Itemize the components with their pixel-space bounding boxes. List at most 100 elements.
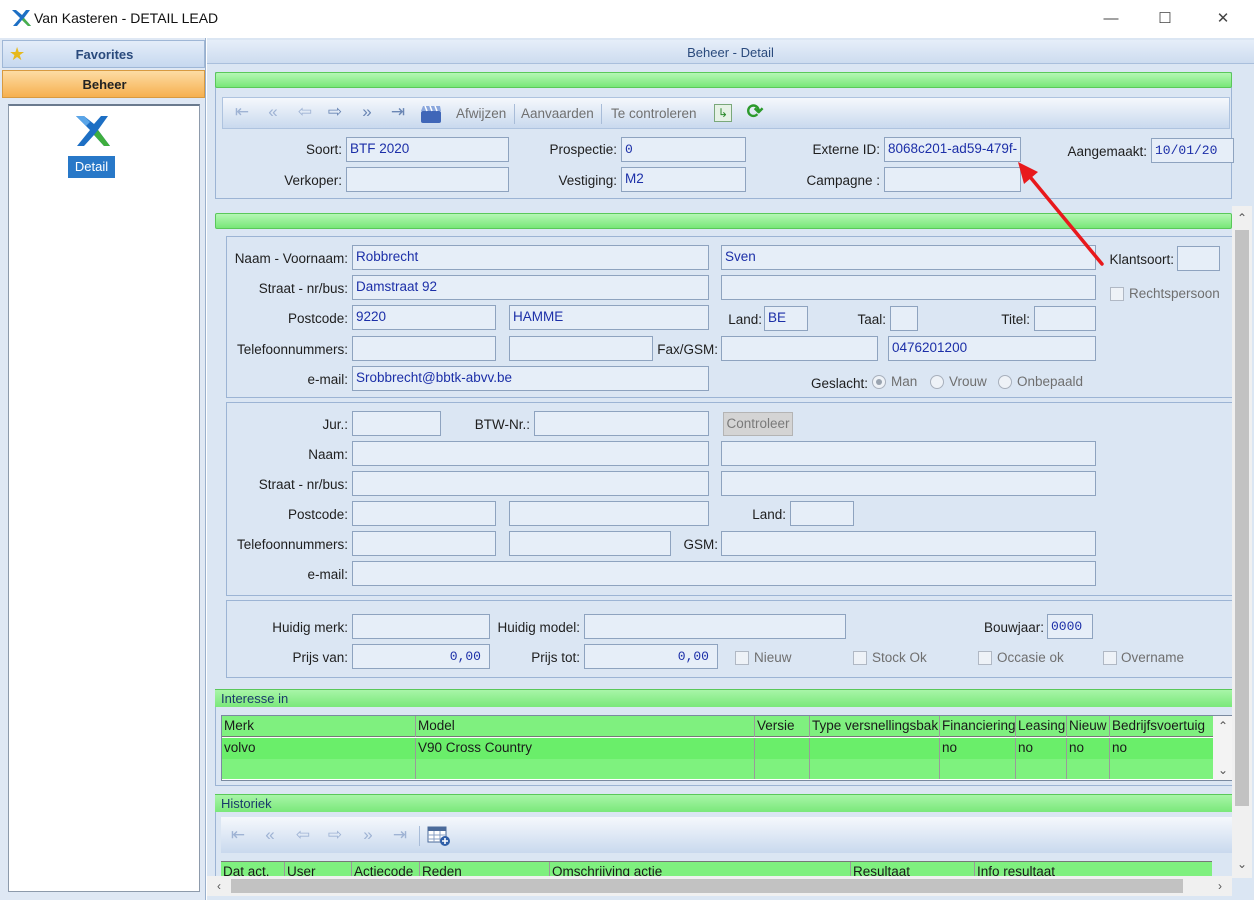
first-record-icon[interactable]: ⇤ <box>228 825 248 845</box>
bouwjaar-field[interactable]: 0000 <box>1047 614 1093 639</box>
prev-record-icon[interactable]: ⇦ <box>295 102 315 122</box>
naam-field[interactable]: Robbrecht <box>352 245 709 270</box>
prev-page-icon[interactable]: « <box>260 825 280 845</box>
col-leasing[interactable]: Leasing <box>1016 716 1067 737</box>
scroll-left-icon[interactable]: ‹ <box>209 876 229 896</box>
app-logo-icon <box>12 10 31 26</box>
col-type-versnellingsbak[interactable]: Type versnellingsbak <box>810 716 940 737</box>
taal-field[interactable] <box>890 306 918 331</box>
prev-page-icon[interactable]: « <box>263 102 283 122</box>
company-telefoon1-field[interactable] <box>352 531 496 556</box>
occasie-ok-checkbox[interactable] <box>978 651 992 665</box>
window-title: Van Kasteren - DETAIL LEAD <box>34 10 219 26</box>
vrouw-radio[interactable] <box>930 375 944 389</box>
company-postcode-field[interactable] <box>352 501 496 526</box>
rechtspersoon-checkbox[interactable] <box>1110 287 1124 301</box>
scroll-thumb[interactable] <box>1235 230 1249 806</box>
straat2-field[interactable] <box>721 275 1096 300</box>
last-record-icon[interactable]: ⇥ <box>390 825 410 845</box>
controleer-button[interactable]: Controleer <box>723 412 793 436</box>
last-record-icon[interactable]: ⇥ <box>388 102 408 122</box>
titel-field[interactable] <box>1034 306 1096 331</box>
table-add-icon[interactable] <box>427 825 451 847</box>
grid-scrollbar[interactable]: ⌃ ⌄ <box>1213 716 1233 780</box>
clapperboard-icon[interactable] <box>419 103 443 125</box>
main-horizontal-scrollbar[interactable]: ‹ › <box>207 876 1232 896</box>
onbepaald-radio[interactable] <box>998 375 1012 389</box>
col-model[interactable]: Model <box>416 716 755 737</box>
externe-id-field[interactable]: 8068c201-ad59-479f- <box>884 137 1021 162</box>
scroll-down-icon[interactable]: ⌄ <box>1232 854 1252 874</box>
first-record-icon[interactable]: ⇤ <box>232 102 252 122</box>
scroll-right-icon[interactable]: › <box>1210 876 1230 896</box>
company-land-field[interactable] <box>790 501 854 526</box>
overname-checkbox[interactable] <box>1103 651 1117 665</box>
company-gemeente-field[interactable] <box>509 501 709 526</box>
next-record-icon[interactable]: ⇨ <box>325 825 345 845</box>
telefoon2-field[interactable] <box>509 336 653 361</box>
prijs-van-field[interactable]: 0,00 <box>352 644 490 669</box>
aanvaarden-button[interactable]: Aanvaarden <box>521 106 594 121</box>
close-button[interactable]: ✕ <box>1200 4 1246 34</box>
company-naam-field[interactable] <box>352 441 709 466</box>
stock-ok-checkbox[interactable] <box>853 651 867 665</box>
telefoon1-field[interactable] <box>352 336 496 361</box>
cell-financiering: no <box>940 738 1016 759</box>
col-financiering[interactable]: Financiering <box>940 716 1016 737</box>
land-field[interactable]: BE <box>764 306 808 331</box>
sidebar-item-detail[interactable]: Detail <box>68 156 115 178</box>
jur-field[interactable] <box>352 411 441 436</box>
aangemaakt-label: Aangemaakt: <box>1067 144 1147 159</box>
company-straat2-field[interactable] <box>721 471 1096 496</box>
scroll-up-icon[interactable]: ⌃ <box>1213 716 1233 736</box>
straat-field[interactable]: Damstraat 92 <box>352 275 709 300</box>
klantsoort-field[interactable] <box>1177 246 1220 271</box>
huidig-model-field[interactable] <box>584 614 846 639</box>
scroll-thumb[interactable] <box>231 879 1183 893</box>
company-telefoon2-field[interactable] <box>509 531 671 556</box>
detail-icon[interactable] <box>72 112 112 152</box>
gemeente-field[interactable]: HAMME <box>509 305 709 330</box>
minimize-button[interactable]: — <box>1088 4 1134 34</box>
beheer-header[interactable]: Beheer <box>2 70 205 98</box>
maximize-button[interactable]: ☐ <box>1142 4 1188 34</box>
scroll-up-icon[interactable]: ⌃ <box>1232 208 1252 228</box>
afwijzen-button[interactable]: Afwijzen <box>456 106 506 121</box>
scroll-down-icon[interactable]: ⌄ <box>1213 760 1233 780</box>
btw-field[interactable] <box>534 411 709 436</box>
postcode-field[interactable]: 9220 <box>352 305 496 330</box>
email-field[interactable]: Srobbrecht@bbtk-abvv.be <box>352 366 709 391</box>
table-row[interactable]: volvo V90 Cross Country no no no no <box>222 738 1213 759</box>
company-straat-field[interactable] <box>352 471 709 496</box>
aangemaakt-field[interactable]: 10/01/20 <box>1151 138 1234 163</box>
gsm-field[interactable]: 0476201200 <box>888 336 1096 361</box>
main-vertical-scrollbar[interactable]: ⌃ ⌄ <box>1232 206 1252 878</box>
company-naam2-field[interactable] <box>721 441 1096 466</box>
col-versie[interactable]: Versie <box>755 716 810 737</box>
company-gsm-field[interactable] <box>721 531 1096 556</box>
fax-field[interactable] <box>721 336 878 361</box>
huidig-merk-label: Huidig merk: <box>272 620 348 635</box>
company-email-field[interactable] <box>352 561 1096 586</box>
refresh-icon[interactable]: ⟳ <box>745 102 765 122</box>
next-record-icon[interactable]: ⇨ <box>325 102 345 122</box>
export-icon[interactable]: ↳ <box>714 104 732 122</box>
soort-field[interactable]: BTF 2020 <box>346 137 509 162</box>
prijs-tot-field[interactable]: 0,00 <box>584 644 718 669</box>
huidig-merk-field[interactable] <box>352 614 490 639</box>
nieuw-checkbox[interactable] <box>735 651 749 665</box>
next-page-icon[interactable]: » <box>357 102 377 122</box>
prospectie-field[interactable]: 0 <box>621 137 746 162</box>
favorites-header[interactable]: ★ Favorites <box>2 40 205 68</box>
col-nieuw[interactable]: Nieuw <box>1067 716 1110 737</box>
verkoper-field[interactable] <box>346 167 509 192</box>
campagne-field[interactable] <box>884 167 1021 192</box>
next-page-icon[interactable]: » <box>358 825 378 845</box>
man-radio[interactable] <box>872 375 886 389</box>
prev-record-icon[interactable]: ⇦ <box>293 825 313 845</box>
col-merk[interactable]: Merk <box>222 716 416 737</box>
te-controleren-button[interactable]: Te controleren <box>611 106 697 121</box>
vestiging-field[interactable]: M2 <box>621 167 746 192</box>
col-bedrijfsvoertuig[interactable]: Bedrijfsvoertuig <box>1110 716 1213 737</box>
table-row-empty[interactable] <box>222 759 1213 779</box>
